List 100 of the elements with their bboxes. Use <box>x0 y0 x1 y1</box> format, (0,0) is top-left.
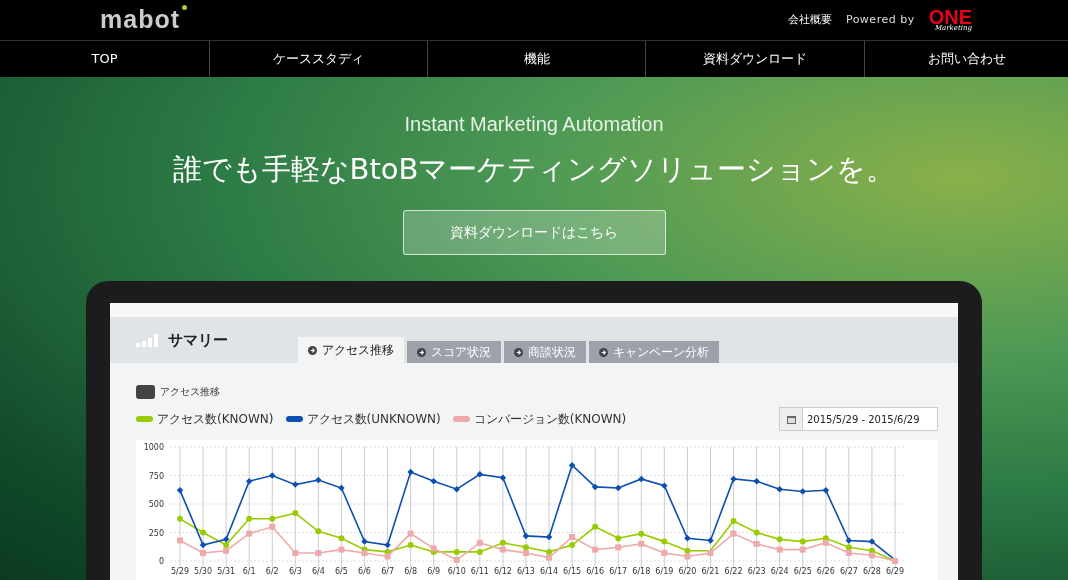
legend-label: アクセス数(KNOWN) <box>157 410 274 428</box>
square-icon <box>136 385 155 399</box>
x-tick-label: 6/16 <box>586 567 605 576</box>
x-tick-label: 5/31 <box>217 567 236 576</box>
data-point <box>246 530 253 537</box>
data-point <box>453 485 461 493</box>
data-point <box>776 536 783 543</box>
dashboard-tab[interactable]: アクセス推移 <box>298 337 404 363</box>
arrow-circle-icon <box>599 347 608 357</box>
data-point <box>684 534 691 542</box>
data-point <box>730 475 737 483</box>
data-point <box>661 550 668 556</box>
data-point <box>753 529 760 536</box>
data-point <box>707 550 714 556</box>
logo[interactable]: mabot <box>100 5 180 35</box>
y-tick-label: 1000 <box>143 443 164 452</box>
data-point <box>407 468 414 476</box>
x-tick-label: 6/22 <box>724 567 743 576</box>
data-point <box>568 462 576 469</box>
data-point <box>407 530 414 537</box>
x-tick-label: 6/28 <box>862 567 881 576</box>
data-point <box>730 530 737 537</box>
y-tick-label: 250 <box>148 528 164 538</box>
data-point <box>430 477 437 485</box>
x-tick-label: 6/13 <box>517 567 535 576</box>
arrow-circle-icon <box>417 347 426 357</box>
calendar-icon <box>786 414 796 424</box>
data-point <box>245 477 253 485</box>
data-point <box>476 471 484 478</box>
data-point <box>638 475 645 483</box>
data-point <box>476 548 483 555</box>
hero-title: 誰でも手軽なBtoBマーケティングソリューションを。 <box>172 151 896 188</box>
data-point <box>730 518 737 525</box>
data-point <box>615 535 622 542</box>
y-tick-label: 750 <box>148 471 164 481</box>
legend-label: コンバージョン数(KNOWN) <box>473 410 627 428</box>
x-tick-label: 6/23 <box>747 567 766 576</box>
x-tick-label: 6/11 <box>470 567 489 576</box>
date-range-field[interactable]: 2015/5/29 - 2015/6/29 <box>779 407 938 431</box>
data-point <box>476 539 483 546</box>
data-point <box>177 537 183 544</box>
data-point <box>822 487 830 494</box>
x-tick-label: 6/29 <box>886 567 904 576</box>
legend-swatch <box>452 416 470 422</box>
company-link[interactable]: 会社概要 <box>787 12 832 28</box>
powered-by-text: Powered by <box>845 13 915 27</box>
data-point <box>338 546 345 553</box>
data-point <box>177 515 183 522</box>
x-tick-label: 6/18 <box>632 567 651 576</box>
data-point <box>614 484 622 492</box>
legend-label: アクセス数(UNKNOWN) <box>306 410 441 428</box>
legend-swatch <box>285 416 303 422</box>
data-point <box>200 529 207 536</box>
x-tick-label: 5/30 <box>194 567 213 576</box>
data-point <box>661 538 668 545</box>
data-point <box>176 487 184 494</box>
x-tick-label: 6/21 <box>701 567 720 576</box>
nav-link[interactable]: TOP <box>0 40 209 77</box>
data-point <box>269 472 276 479</box>
x-tick-label: 5/29 <box>171 567 189 576</box>
data-point <box>522 532 530 540</box>
data-point <box>707 537 714 544</box>
data-point <box>776 485 783 493</box>
data-point <box>868 538 876 545</box>
data-point <box>315 528 322 535</box>
x-tick-label: 6/1 <box>242 567 256 576</box>
arrow-circle-icon <box>514 347 523 357</box>
data-point <box>753 477 760 485</box>
x-tick-label: 6/26 <box>816 567 835 576</box>
x-tick-label: 6/4 <box>311 567 325 576</box>
dot-icon <box>182 5 187 11</box>
data-point <box>338 484 345 492</box>
data-point <box>638 530 645 537</box>
dashboard-title: サマリー <box>168 330 228 350</box>
data-point <box>246 515 253 522</box>
y-tick-label: 0 <box>158 557 164 566</box>
x-tick-label: 6/25 <box>793 567 812 576</box>
x-tick-label: 6/2 <box>265 567 279 576</box>
data-point <box>615 544 622 551</box>
data-point <box>753 540 760 547</box>
y-tick-label: 500 <box>148 500 164 509</box>
x-tick-label: 6/17 <box>609 567 628 576</box>
x-tick-label: 6/7 <box>381 567 394 576</box>
data-point <box>315 476 322 484</box>
data-point <box>338 535 345 542</box>
data-point <box>638 540 645 547</box>
data-point <box>892 558 898 564</box>
data-point <box>799 488 806 495</box>
x-tick-label: 6/9 <box>427 567 441 576</box>
x-tick-label: 6/6 <box>358 567 371 576</box>
data-point <box>292 481 299 488</box>
data-point <box>661 482 668 489</box>
data-point <box>499 474 507 482</box>
x-tick-label: 6/8 <box>404 567 418 576</box>
hero-subtitle: Instant Marketing Automation <box>404 113 664 136</box>
bar-chart-icon <box>136 333 159 347</box>
x-tick-label: 6/15 <box>563 567 582 576</box>
data-point <box>776 546 783 553</box>
data-point <box>591 483 599 491</box>
x-tick-label: 6/24 <box>770 567 789 576</box>
